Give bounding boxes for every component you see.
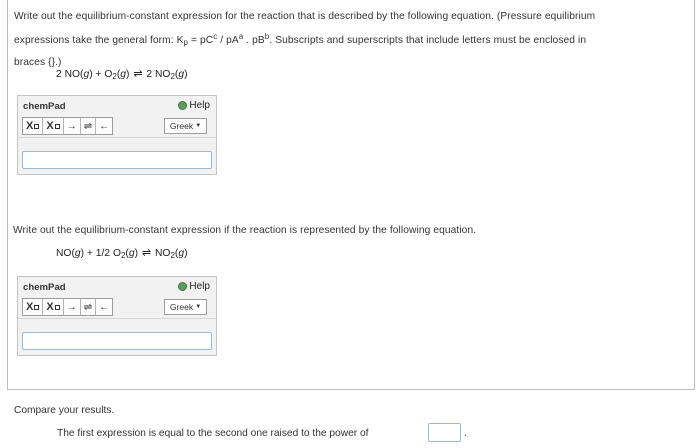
chempad-button-group: X X → ⇌ ← [22, 117, 114, 135]
help-icon [178, 101, 188, 110]
chempad-header: chemPad Help [18, 277, 216, 296]
left-arrow-button[interactable]: ← [96, 299, 112, 315]
right-arrow-button[interactable]: → [64, 299, 81, 315]
subscript-box-icon [34, 304, 40, 310]
equilibrium-arrow-icon: ⇌ [133, 68, 143, 80]
greek-dropdown[interactable]: Greek ▼ [164, 118, 207, 134]
chempad-toolbar: X X → ⇌ ← Greek ▼ [18, 115, 216, 137]
question-2-text: Write out the equilibrium-constant expre… [13, 225, 477, 236]
left-arrow-icon: ← [99, 120, 110, 132]
question-page: Write out the equilibrium-constant expre… [0, 0, 700, 448]
equilibrium-arrow-button[interactable]: ⇌ [81, 118, 97, 134]
subscript-button[interactable]: X [23, 299, 44, 315]
chempad-button-group: X X → ⇌ ← [22, 298, 114, 316]
final-period: . [464, 428, 467, 439]
question-1-text: Write out the equilibrium-constant expre… [14, 7, 696, 73]
superscript-button[interactable]: X [43, 118, 64, 134]
superscript-button[interactable]: X [43, 299, 64, 315]
question-1-line-2: expressions take the general form: Kp = … [14, 32, 587, 47]
chevron-down-icon: ▼ [195, 123, 202, 129]
chevron-down-icon: ▼ [195, 304, 202, 310]
subscript-button[interactable]: X [23, 118, 44, 134]
equilibrium-arrow-button[interactable]: ⇌ [81, 299, 97, 315]
chempad-header: chemPad Help [18, 96, 216, 115]
chempad-answer-input-2[interactable] [22, 332, 212, 350]
compare-heading: Compare your results. [14, 405, 115, 416]
chempad-answer-input-1[interactable] [22, 151, 212, 169]
chempad-title: chemPad [23, 101, 66, 112]
right-arrow-icon: → [66, 120, 77, 132]
superscript-box-icon [54, 304, 60, 310]
equation-1: 2 NO(g) + O2(g) ⇌ 2 NO2(g) [56, 68, 188, 81]
power-answer-input[interactable] [428, 423, 461, 442]
chempad-2: chemPad Help X X → ⇌ ← Greek ▼ [17, 276, 217, 356]
left-arrow-button[interactable]: ← [96, 118, 112, 134]
equilibrium-arrow-icon: ⇌ [83, 301, 93, 313]
chempad-divider [18, 318, 216, 319]
equation-2: NO(g) + 1/2 O2(g) ⇌ NO2(g) [56, 247, 188, 260]
help-icon [178, 282, 188, 291]
help-button[interactable]: Help [178, 100, 210, 111]
equilibrium-arrow-icon: ⇌ [83, 120, 93, 132]
help-button[interactable]: Help [178, 281, 210, 292]
right-arrow-button[interactable]: → [64, 118, 81, 134]
equilibrium-arrow-icon: ⇌ [141, 247, 152, 259]
chempad-title: chemPad [23, 282, 66, 293]
right-arrow-icon: → [66, 301, 77, 313]
final-question-text: The first expression is equal to the sec… [57, 428, 369, 439]
left-arrow-icon: ← [99, 301, 110, 313]
chempad-divider [18, 137, 216, 138]
superscript-box-icon [54, 123, 60, 129]
chempad-1: chemPad Help X X → ⇌ ← Greek ▼ [17, 95, 217, 175]
greek-dropdown[interactable]: Greek ▼ [164, 299, 207, 315]
chempad-toolbar: X X → ⇌ ← Greek ▼ [18, 296, 216, 318]
subscript-box-icon [34, 123, 40, 129]
question-1-line-1: Write out the equilibrium-constant expre… [14, 11, 596, 22]
